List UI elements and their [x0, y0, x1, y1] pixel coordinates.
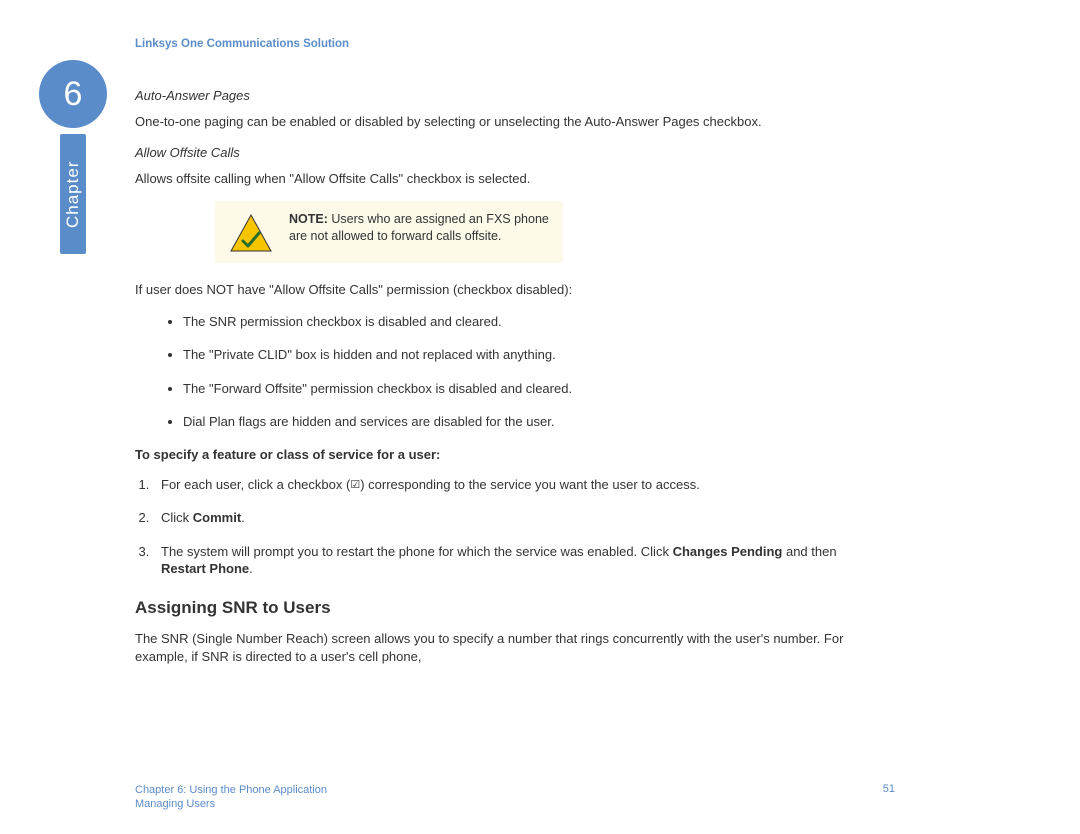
step-text: . — [249, 561, 253, 576]
chapter-number: 6 — [64, 75, 83, 114]
page-number: 51 — [883, 783, 895, 812]
list-item: The "Forward Offsite" permission checkbo… — [183, 380, 895, 398]
step-item: Click Commit. — [153, 509, 861, 527]
section-snr-title: Assigning SNR to Users — [135, 598, 895, 618]
step-bold: Restart Phone — [161, 561, 249, 576]
step-text: . — [241, 510, 245, 525]
footer-left: Chapter 6: Using the Phone Application M… — [135, 783, 327, 812]
step-text: Click — [161, 510, 193, 525]
step-text: For each user, click a checkbox ( — [161, 477, 350, 492]
no-permission-intro: If user does NOT have "Allow Offsite Cal… — [135, 281, 865, 299]
step-bold: Commit — [193, 510, 241, 525]
page-content: Linksys One Communications Solution Auto… — [135, 38, 895, 679]
section-auto-answer-title: Auto-Answer Pages — [135, 88, 895, 103]
step-text: and then — [782, 544, 836, 559]
note-label: NOTE: — [289, 212, 328, 226]
note-body: Users who are assigned an FXS phone are … — [289, 212, 549, 243]
chapter-tab: 6 Chapter — [39, 60, 107, 270]
footer-chapter: Chapter 6: Using the Phone Application — [135, 783, 327, 797]
steps-list: For each user, click a checkbox (☑) corr… — [135, 476, 895, 578]
list-item: The SNR permission checkbox is disabled … — [183, 313, 895, 331]
note-block: NOTE: Users who are assigned an FXS phon… — [215, 201, 563, 263]
warning-icon — [229, 213, 273, 253]
note-text: NOTE: Users who are assigned an FXS phon… — [289, 211, 549, 245]
list-item: Dial Plan flags are hidden and services … — [183, 413, 895, 431]
step-bold: Changes Pending — [673, 544, 783, 559]
section-allow-offsite-body: Allows offsite calling when "Allow Offsi… — [135, 170, 865, 188]
checkbox-icon: ☑ — [350, 479, 360, 491]
section-allow-offsite-title: Allow Offsite Calls — [135, 145, 895, 160]
step-item: The system will prompt you to restart th… — [153, 543, 861, 578]
step-text: The system will prompt you to restart th… — [161, 544, 673, 559]
section-auto-answer-body: One-to-one paging can be enabled or disa… — [135, 113, 865, 131]
permission-bullets: The SNR permission checkbox is disabled … — [135, 313, 895, 431]
chapter-number-badge: 6 — [39, 60, 107, 128]
list-item: The "Private CLID" box is hidden and not… — [183, 346, 895, 364]
document-header: Linksys One Communications Solution — [135, 38, 895, 50]
specify-title: To specify a feature or class of service… — [135, 447, 895, 462]
section-snr-body: The SNR (Single Number Reach) screen all… — [135, 630, 865, 665]
step-text: ) corresponding to the service you want … — [360, 477, 700, 492]
footer-section: Managing Users — [135, 797, 327, 811]
step-item: For each user, click a checkbox (☑) corr… — [153, 476, 861, 494]
page-footer: Chapter 6: Using the Phone Application M… — [135, 783, 895, 812]
chapter-label: Chapter — [60, 134, 86, 254]
